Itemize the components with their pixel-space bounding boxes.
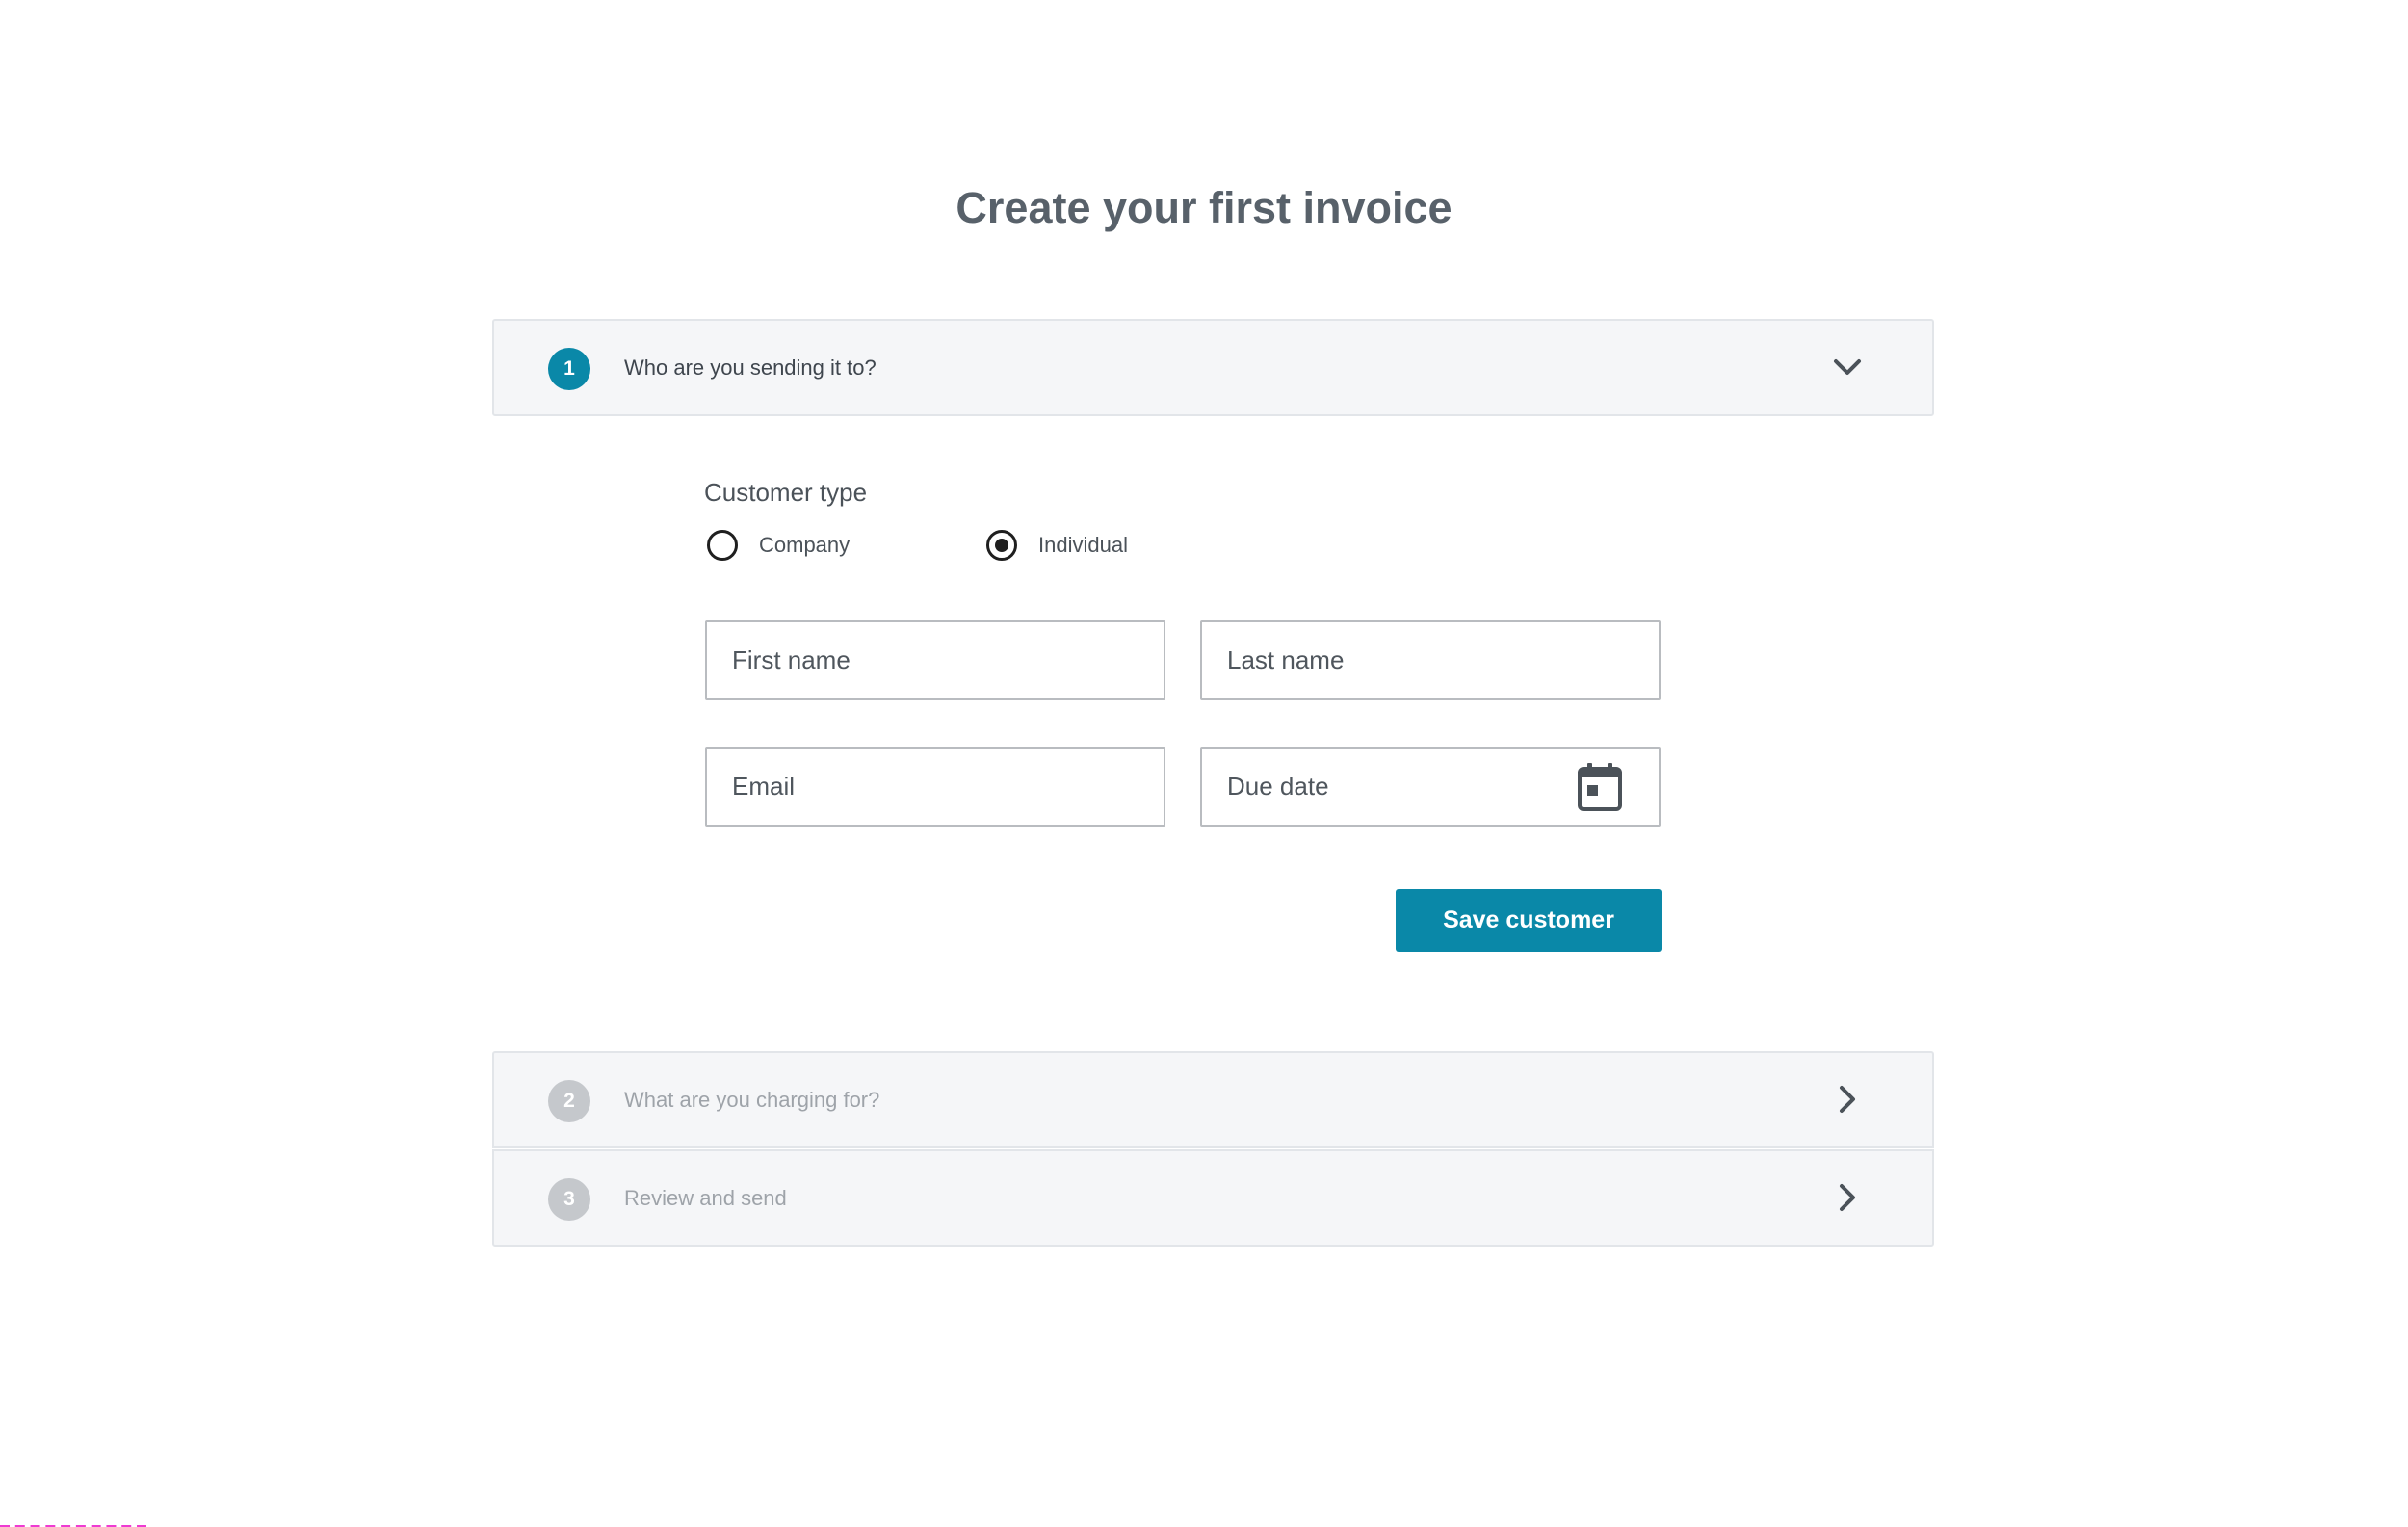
company-radio-label: Company (759, 533, 851, 557)
calendar-icon[interactable] (1576, 761, 1624, 813)
step-3-label: Review and send (624, 1186, 787, 1210)
save-customer-button[interactable]: Save customer (1396, 889, 1662, 952)
step-1-label: Who are you sending it to? (624, 355, 877, 380)
step-1-number: 1 (548, 348, 590, 390)
step-2-number: 2 (548, 1080, 590, 1122)
chevron-down-icon[interactable] (1830, 350, 1865, 384)
individual-radio-circle[interactable] (986, 530, 1017, 561)
chevron-right-icon[interactable] (1830, 1180, 1865, 1215)
invoice-setup-page: Create your first invoice 1 Who are you … (0, 0, 2408, 1527)
chevron-right-icon[interactable] (1830, 1082, 1865, 1117)
last-name-field (1200, 620, 1661, 700)
step-3-number: 3 (548, 1178, 590, 1221)
email-field (705, 747, 1165, 827)
customer-type-label: Customer type (704, 478, 868, 507)
first-name-field (705, 620, 1165, 700)
customer-type-company-radio[interactable]: Company (707, 530, 850, 561)
step-2-header[interactable]: 2 What are you charging for? (492, 1051, 1934, 1148)
first-name-input[interactable] (707, 622, 1164, 698)
due-date-field (1200, 747, 1661, 827)
email-input[interactable] (707, 749, 1164, 825)
individual-radio-label: Individual (1038, 533, 1128, 557)
company-radio-circle[interactable] (707, 530, 738, 561)
last-name-input[interactable] (1202, 622, 1659, 698)
step-1-header[interactable]: 1 Who are you sending it to? (492, 319, 1934, 416)
step-3-header[interactable]: 3 Review and send (492, 1149, 1934, 1247)
step-2-label: What are you charging for? (624, 1088, 880, 1112)
page-title: Create your first invoice (955, 183, 1453, 232)
customer-type-individual-radio[interactable]: Individual (986, 530, 1128, 561)
